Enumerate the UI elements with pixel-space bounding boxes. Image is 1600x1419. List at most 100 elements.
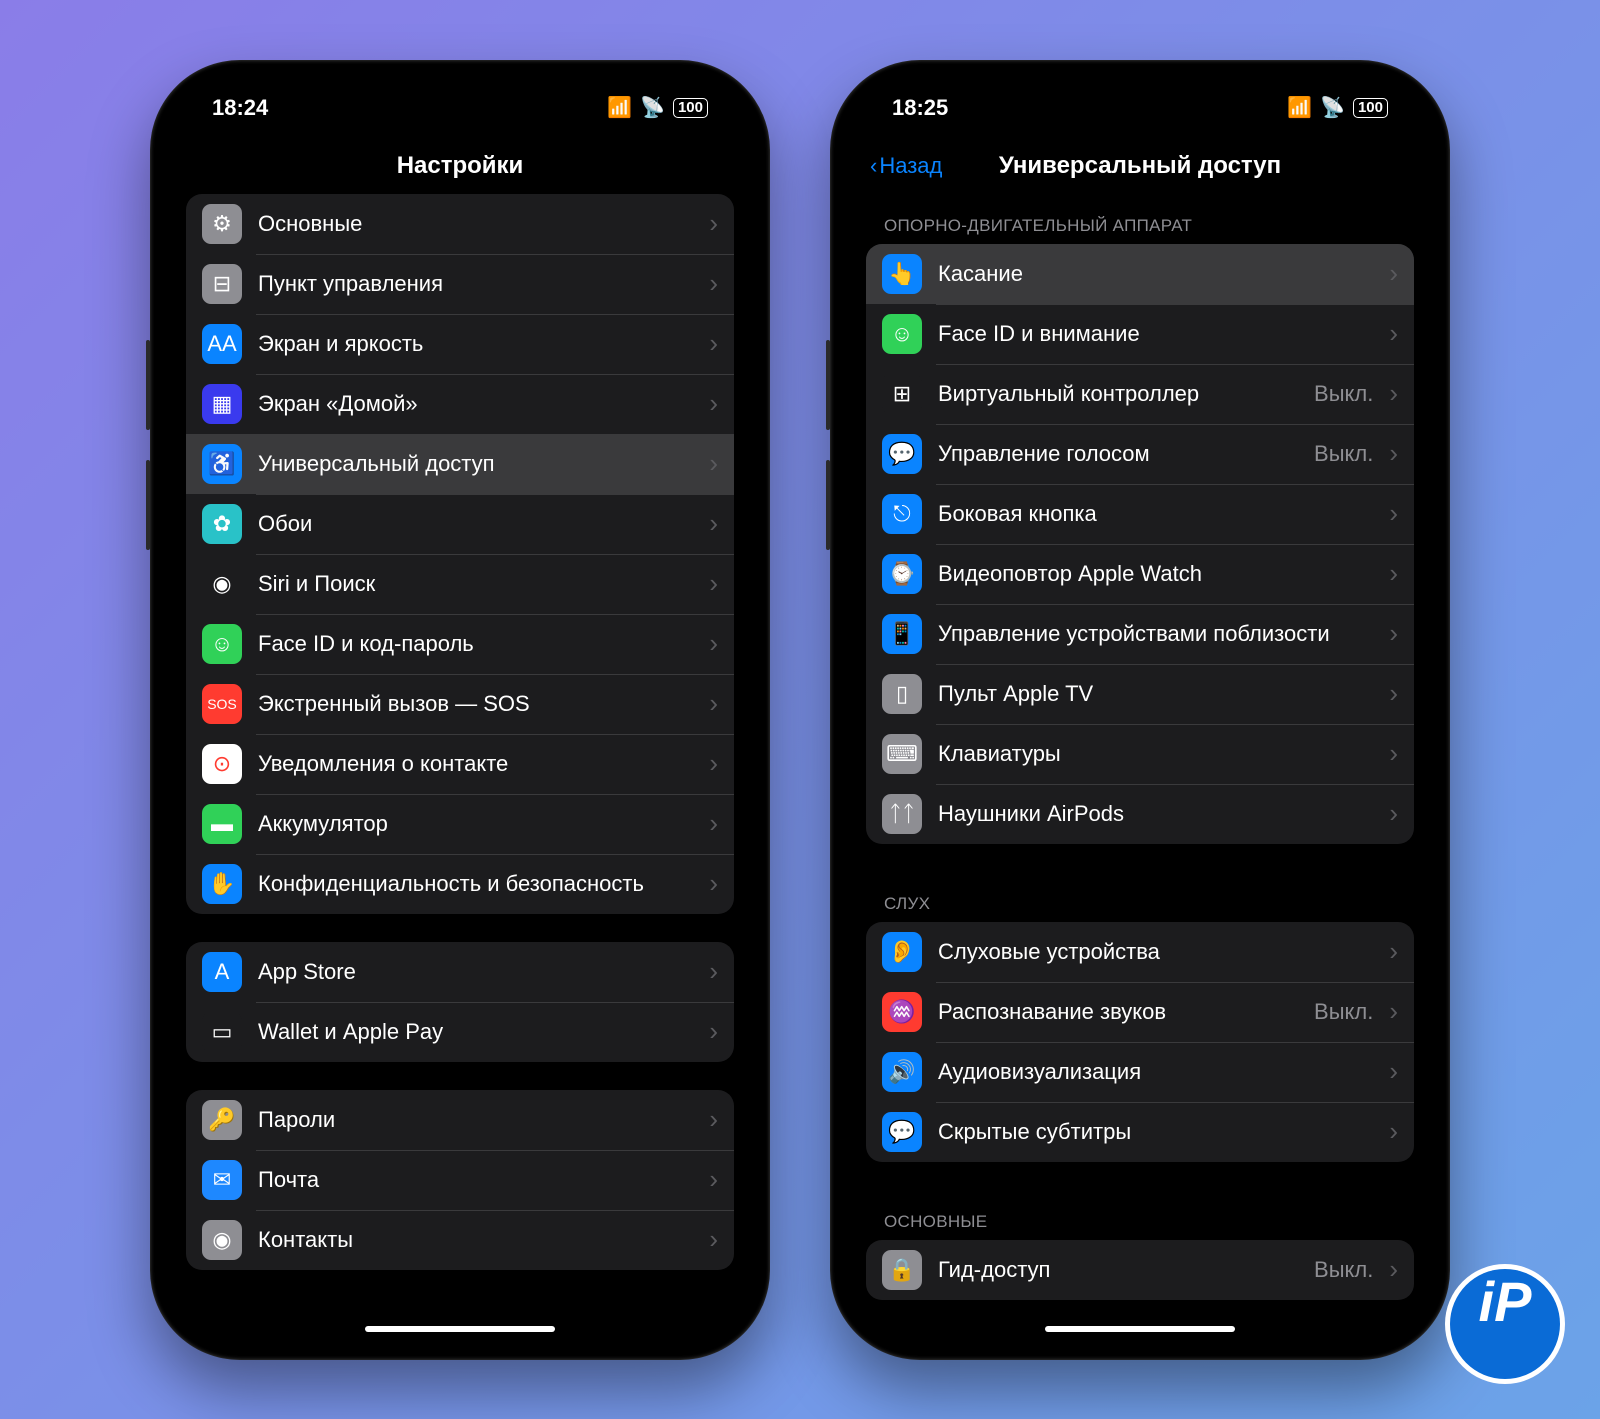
chevron-right-icon: › [1389,258,1398,289]
row-contacts[interactable]: ◉Контакты› [186,1210,734,1270]
switch-control-icon: ⊞ [882,374,922,414]
row-touch[interactable]: 👆 Касание › [866,244,1414,304]
chevron-right-icon: › [1389,996,1398,1027]
settings-group: 👂Слуховые устройства›♒Распознавание звук… [866,922,1414,1162]
cellular-icon: 📶 [607,95,632,120]
row-subtitles[interactable]: 💬 Скрытые субтитры › [866,1102,1414,1162]
row-sos[interactable]: SOSЭкстренный вызов — SOS› [186,674,734,734]
back-label: Назад [879,153,942,179]
touch-icon: 👆 [882,254,922,294]
row-keyboards[interactable]: ⌨Клавиатуры› [866,724,1414,784]
settings-group: 🔑Пароли›✉Почта›◉Контакты› [186,1090,734,1270]
row-switch-control[interactable]: ⊞Виртуальный контроллерВыкл.› [866,364,1414,424]
row-general[interactable]: ⚙Основные› [186,194,734,254]
row-watch-mirror[interactable]: ⌚Видеоповтор Apple Watch› [866,544,1414,604]
row-privacy[interactable]: ✋Конфиденциальность и безопасность› [186,854,734,914]
home-indicator[interactable] [365,1326,555,1332]
chevron-right-icon: › [709,1164,718,1195]
page-title: Настройки [397,152,524,180]
sound-recognition-icon: ♒ [882,992,922,1032]
row-siri[interactable]: ◉Siri и Поиск› [186,554,734,614]
row-label: Экстренный вызов — SOS [258,690,693,718]
row-apple-tv-remote[interactable]: ▯Пульт Apple TV› [866,664,1414,724]
row-label: Пароли [258,1106,693,1134]
keyboards-icon: ⌨ [882,734,922,774]
phone-left: 18:24 📶 📡 100 Настройки ⚙Основные›⊟Пункт… [150,60,770,1360]
status-time: 18:25 [892,95,948,121]
row-label: Аудиовизуализация [938,1058,1373,1086]
appstore-icon: A [202,952,242,992]
settings-group: 👆Касание›☺Face ID и внимание›⊞Виртуальны… [866,244,1414,844]
wifi-icon: 📡 [640,95,665,120]
watermark-logo: iP [1450,1269,1560,1379]
row-label: Виртуальный контроллер [938,380,1298,408]
row-label: Wallet и Apple Pay [258,1018,693,1046]
chevron-right-icon: › [1389,318,1398,349]
faceid-icon: ☺ [202,624,242,664]
watch-mirror-icon: ⌚ [882,554,922,594]
chevron-right-icon: › [709,1016,718,1047]
settings-list[interactable]: ⚙Основные›⊟Пункт управления› AA Экран и яр… [168,194,752,1342]
row-label: Face ID и код-пароль [258,630,693,658]
accessibility-icon: ♿ [202,444,242,484]
chevron-right-icon: › [1389,1116,1398,1147]
row-airpods[interactable]: ᛏᛏНаушники AirPods› [866,784,1414,844]
row-home-screen[interactable]: ▦Экран «Домой»› [186,374,734,434]
exposure-icon: ⊙ [202,744,242,784]
row-sound-recognition[interactable]: ♒Распознавание звуковВыкл.› [866,982,1414,1042]
chevron-right-icon: › [709,508,718,539]
row-label: App Store [258,958,693,986]
home-screen-icon: ▦ [202,384,242,424]
row-mail[interactable]: ✉Почта› [186,1150,734,1210]
row-appstore[interactable]: AApp Store› [186,942,734,1002]
audio-visual-icon: 🔊 [882,1052,922,1092]
row-side-button[interactable]: ⎋Боковая кнопка› [866,484,1414,544]
row-wallet[interactable]: ▭Wallet и Apple Pay› [186,1002,734,1062]
row-detail: Выкл. [1314,999,1373,1025]
nav-bar: Настройки [168,138,752,194]
chevron-right-icon: › [709,1224,718,1255]
row-exposure[interactable]: ⊙Уведомления о контакте› [186,734,734,794]
row-battery[interactable]: ▬Аккумулятор› [186,794,734,854]
row-voice-control[interactable]: 💬Управление голосомВыкл.› [866,424,1414,484]
row-audio-visual[interactable]: 🔊 Аудиовизуализация › [866,1042,1414,1102]
display-icon: AA [202,324,242,364]
row-guided-access[interactable]: 🔒Гид-доступВыкл.› [866,1240,1414,1300]
status-indicators: 📶 📡 100 [607,95,708,120]
row-label: Касание [938,260,1373,288]
chevron-right-icon: › [1389,618,1398,649]
status-time: 18:24 [212,95,268,121]
row-label: Экран «Домой» [258,390,693,418]
back-button[interactable]: ‹ Назад [870,153,942,179]
apple-tv-remote-icon: ▯ [882,674,922,714]
row-wallpaper[interactable]: ✿Обои› [186,494,734,554]
row-control-center[interactable]: ⊟Пункт управления› [186,254,734,314]
chevron-right-icon: › [1389,1056,1398,1087]
row-nearby-control[interactable]: 📱Управление устройствами поблизости› [866,604,1414,664]
phone-right: 18:25 📶 📡 100 ‹ Назад Универсальный дост… [830,60,1450,1360]
chevron-right-icon: › [709,328,718,359]
row-faceid-attention[interactable]: ☺Face ID и внимание› [866,304,1414,364]
row-accessibility[interactable]: ♿Универсальный доступ› [186,434,734,494]
home-indicator[interactable] [1045,1326,1235,1332]
screen-left: 18:24 📶 📡 100 Настройки ⚙Основные›⊟Пункт… [168,78,752,1342]
general-icon: ⚙ [202,204,242,244]
faceid-attention-icon: ☺ [882,314,922,354]
battery-icon: ▬ [202,804,242,844]
subtitles-icon: 💬 [882,1112,922,1152]
row-display[interactable]: AA Экран и яркость › [186,314,734,374]
row-label: Скрытые субтитры [938,1118,1373,1146]
chevron-right-icon: › [1389,1254,1398,1285]
accessibility-list[interactable]: Опорно-двигательный аппарат👆Касание›☺Fac… [848,194,1432,1342]
voice-control-icon: 💬 [882,434,922,474]
page-title: Универсальный доступ [999,152,1281,180]
chevron-right-icon: › [1389,798,1398,829]
chevron-right-icon: › [709,568,718,599]
row-passwords[interactable]: 🔑Пароли› [186,1090,734,1150]
row-faceid[interactable]: ☺Face ID и код-пароль› [186,614,734,674]
section-header: Основные [866,1190,1414,1240]
row-label: Аккумулятор [258,810,693,838]
row-label: Экран и яркость [258,330,693,358]
row-label: Пункт управления [258,270,693,298]
row-hearing-devices[interactable]: 👂Слуховые устройства› [866,922,1414,982]
